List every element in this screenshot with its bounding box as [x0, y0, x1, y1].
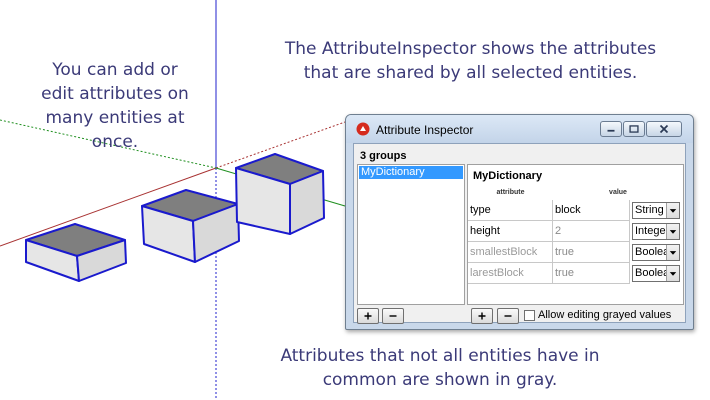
annotation-gray-attributes: Attributes that not all entities have in…	[220, 344, 660, 392]
attribute-type: Integer	[635, 225, 670, 237]
remove-dictionary-button[interactable]	[382, 308, 404, 324]
annotation-line: many entities at	[45, 108, 185, 128]
annotation-line: once.	[91, 132, 139, 152]
allow-grayed-checkbox[interactable]	[524, 310, 535, 321]
chevron-down-icon	[669, 251, 677, 255]
attribute-value[interactable]: true	[553, 263, 630, 284]
plus-icon	[478, 312, 486, 320]
annotation-line: that are shared by all selected entities…	[303, 63, 638, 83]
attribute-value[interactable]: true	[553, 242, 630, 263]
attribute-name[interactable]: smallestBlock	[468, 242, 553, 263]
add-attribute-button[interactable]	[471, 308, 493, 324]
attribute-row: type block String	[468, 200, 683, 221]
attribute-row: larestBlock true Boolean	[468, 263, 683, 284]
annotation-line: Attributes that not all entities have in	[280, 346, 600, 366]
attribute-type-select[interactable]: String	[632, 202, 680, 219]
minimize-button[interactable]	[600, 121, 622, 137]
attribute-panel: MyDictionary attribute value type block …	[467, 164, 684, 305]
add-dictionary-button[interactable]	[357, 308, 379, 324]
annotation-shared-attributes: The AttributeInspector shows the attribu…	[238, 37, 703, 85]
chevron-down-icon	[669, 209, 677, 213]
block-small[interactable]	[25, 223, 127, 282]
attribute-name[interactable]: larestBlock	[468, 263, 553, 284]
attribute-value[interactable]: block	[553, 200, 630, 221]
annotation-line: common are shown in gray.	[322, 370, 558, 390]
minimize-icon	[607, 129, 615, 132]
column-header-attribute: attribute	[496, 189, 525, 196]
sketchup-logo-icon	[356, 122, 370, 136]
title-bar[interactable]: Attribute Inspector	[346, 115, 693, 143]
chevron-down-icon	[669, 272, 677, 276]
remove-attribute-button[interactable]	[497, 308, 519, 324]
annotation-multi-edit: You can add or edit attributes on many e…	[10, 58, 220, 154]
annotation-line: edit attributes on	[41, 84, 189, 104]
column-header-value: value	[609, 189, 627, 196]
attribute-type-select[interactable]: Boolean	[632, 244, 680, 261]
window-title: Attribute Inspector	[376, 123, 474, 137]
attribute-value[interactable]: 2	[553, 221, 630, 242]
dialog-content: 3 groups MyDictionary MyDictionary attri…	[353, 143, 686, 324]
dictionary-item[interactable]: MyDictionary	[359, 166, 463, 179]
attribute-type: String	[635, 204, 664, 216]
annotation-line: You can add or	[52, 60, 178, 80]
allow-grayed-label[interactable]: Allow editing grayed values	[538, 309, 671, 321]
close-icon	[659, 124, 669, 134]
close-button[interactable]	[646, 121, 682, 137]
plus-icon	[364, 312, 372, 320]
dictionary-list[interactable]: MyDictionary	[357, 164, 465, 305]
minus-icon	[389, 315, 397, 317]
attribute-row: smallestBlock true Boolean	[468, 242, 683, 263]
attribute-inspector-window: Attribute Inspector 3 groups MyDictionar…	[345, 114, 694, 330]
attribute-name[interactable]: height	[468, 221, 553, 242]
dictionary-title: MyDictionary	[473, 170, 543, 182]
attribute-name[interactable]: type	[468, 200, 553, 221]
attribute-type-select[interactable]: Integer	[632, 223, 680, 240]
annotation-line: The AttributeInspector shows the attribu…	[284, 39, 657, 59]
block-medium[interactable]	[141, 189, 240, 263]
attribute-row: height 2 Integer	[468, 221, 683, 242]
chevron-down-icon	[669, 230, 677, 234]
minus-icon	[504, 315, 512, 317]
maximize-button[interactable]	[623, 121, 645, 137]
selection-count-label: 3 groups	[360, 150, 407, 162]
attribute-type-select[interactable]: Boolean	[632, 265, 680, 282]
maximize-icon	[629, 125, 639, 133]
block-tall[interactable]	[235, 153, 325, 235]
